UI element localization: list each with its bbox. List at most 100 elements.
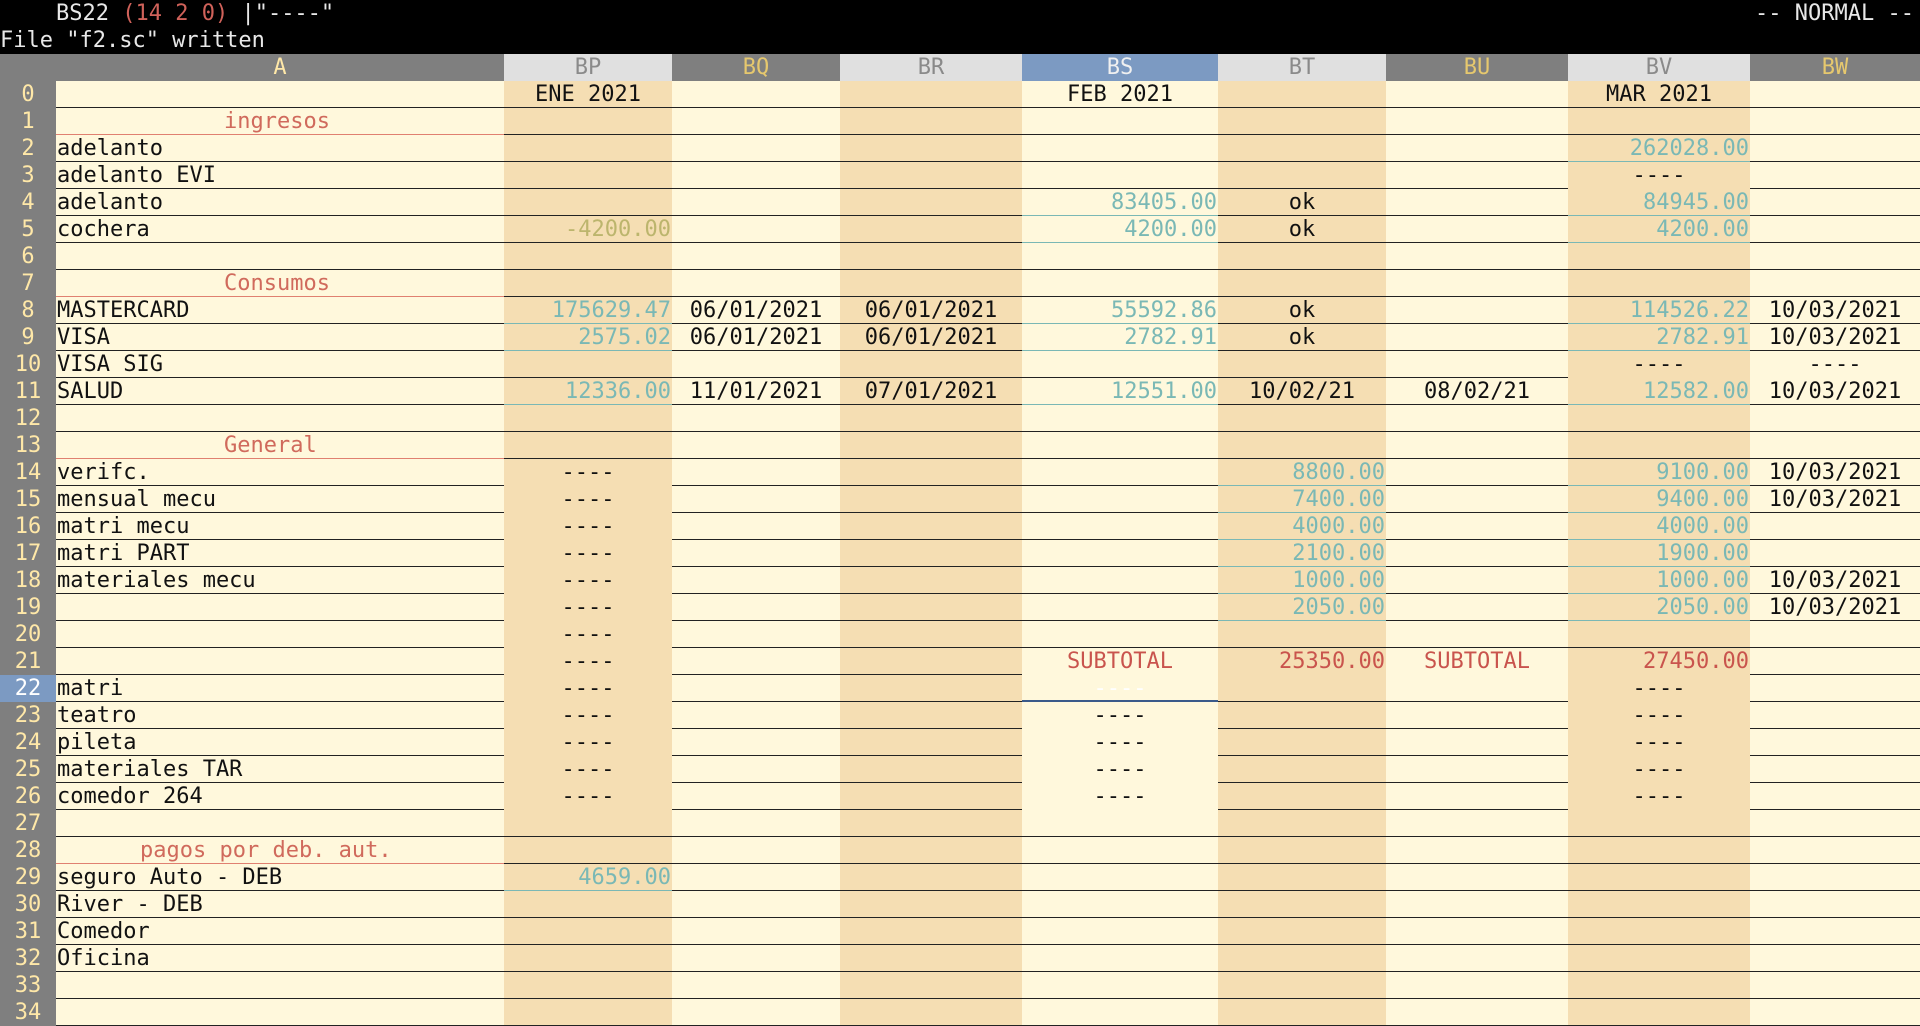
cell-br33[interactable] [840, 972, 1022, 999]
cell-bs16[interactable] [1022, 513, 1218, 540]
cell-bw20[interactable] [1750, 621, 1920, 648]
cell-bp21[interactable]: ---- [504, 648, 672, 675]
cell-bp9[interactable]: 2575.02 [504, 324, 672, 351]
cell-bu0[interactable] [1386, 81, 1568, 108]
cell-br27[interactable] [840, 810, 1022, 837]
cell-bq26[interactable] [672, 783, 840, 810]
cell-bp7[interactable] [504, 270, 672, 297]
column-header-bs[interactable]: BS [1022, 54, 1218, 81]
cell-a8[interactable]: MASTERCARD [56, 297, 504, 324]
cell-br23[interactable] [840, 702, 1022, 729]
cell-bt30[interactable] [1218, 891, 1386, 918]
cell-bs22[interactable]: ---- [1022, 675, 1218, 702]
cell-br7[interactable] [840, 270, 1022, 297]
cell-bs9[interactable]: 2782.91 [1022, 324, 1218, 351]
row-number[interactable]: 33 [0, 972, 56, 999]
cell-br11[interactable]: 07/01/2021 [840, 378, 1022, 405]
cell-bw4[interactable] [1750, 189, 1920, 216]
cell-bt7[interactable] [1218, 270, 1386, 297]
row-number[interactable]: 1 [0, 108, 56, 135]
cell-bv12[interactable] [1568, 405, 1750, 432]
cell-bv21[interactable]: 27450.00 [1568, 648, 1750, 675]
cell-br31[interactable] [840, 918, 1022, 945]
cell-bu6[interactable] [1386, 243, 1568, 270]
cell-bu25[interactable] [1386, 756, 1568, 783]
cell-bs23[interactable]: ---- [1022, 702, 1218, 729]
cell-bq9[interactable]: 06/01/2021 [672, 324, 840, 351]
cell-bw29[interactable] [1750, 864, 1920, 891]
cell-bp4[interactable] [504, 189, 672, 216]
row-number[interactable]: 29 [0, 864, 56, 891]
cell-bw9[interactable]: 10/03/2021 [1750, 324, 1920, 351]
cell-bu4[interactable] [1386, 189, 1568, 216]
cell-bw11[interactable]: 10/03/2021 [1750, 378, 1920, 405]
cell-bq27[interactable] [672, 810, 840, 837]
cell-bq7[interactable] [672, 270, 840, 297]
cell-bv26[interactable]: ---- [1568, 783, 1750, 810]
cell-br30[interactable] [840, 891, 1022, 918]
cell-bs15[interactable] [1022, 486, 1218, 513]
cell-bt6[interactable] [1218, 243, 1386, 270]
cell-bt33[interactable] [1218, 972, 1386, 999]
cell-bu33[interactable] [1386, 972, 1568, 999]
cell-a22[interactable]: matri [56, 675, 504, 702]
cell-a15[interactable]: mensual mecu [56, 486, 504, 513]
cell-bu32[interactable] [1386, 945, 1568, 972]
cell-a32[interactable]: Oficina [56, 945, 504, 972]
cell-bt19[interactable]: 2050.00 [1218, 594, 1386, 621]
cell-bt25[interactable] [1218, 756, 1386, 783]
cell-bu9[interactable] [1386, 324, 1568, 351]
cell-bs17[interactable] [1022, 540, 1218, 567]
cell-bs19[interactable] [1022, 594, 1218, 621]
cell-a0[interactable] [56, 81, 504, 108]
cell-bu19[interactable] [1386, 594, 1568, 621]
cell-a23[interactable]: teatro [56, 702, 504, 729]
cell-bp31[interactable] [504, 918, 672, 945]
cell-bq16[interactable] [672, 513, 840, 540]
cell-a13[interactable]: General [56, 432, 504, 459]
cell-a29[interactable]: seguro Auto - DEB [56, 864, 504, 891]
cell-bp2[interactable] [504, 135, 672, 162]
cell-bu16[interactable] [1386, 513, 1568, 540]
cell-bw22[interactable] [1750, 675, 1920, 702]
cell-bp13[interactable] [504, 432, 672, 459]
cell-bs32[interactable] [1022, 945, 1218, 972]
cell-bu22[interactable] [1386, 675, 1568, 702]
row-number[interactable]: 2 [0, 135, 56, 162]
cell-bw8[interactable]: 10/03/2021 [1750, 297, 1920, 324]
cell-bv22[interactable]: ---- [1568, 675, 1750, 702]
cell-br29[interactable] [840, 864, 1022, 891]
cell-bt20[interactable] [1218, 621, 1386, 648]
cell-bs13[interactable] [1022, 432, 1218, 459]
row-number[interactable]: 3 [0, 162, 56, 189]
cell-bu31[interactable] [1386, 918, 1568, 945]
cell-bs25[interactable]: ---- [1022, 756, 1218, 783]
row-number[interactable]: 32 [0, 945, 56, 972]
cell-a6[interactable] [56, 243, 504, 270]
cell-bv19[interactable]: 2050.00 [1568, 594, 1750, 621]
cell-bq33[interactable] [672, 972, 840, 999]
cell-br5[interactable] [840, 216, 1022, 243]
cell-bw32[interactable] [1750, 945, 1920, 972]
cell-bt24[interactable] [1218, 729, 1386, 756]
row-number[interactable]: 10 [0, 351, 56, 378]
cell-bp29[interactable]: 4659.00 [504, 864, 672, 891]
cell-bv33[interactable] [1568, 972, 1750, 999]
cell-a31[interactable]: Comedor [56, 918, 504, 945]
cell-bp30[interactable] [504, 891, 672, 918]
row-number[interactable]: 23 [0, 702, 56, 729]
cell-bu20[interactable] [1386, 621, 1568, 648]
cell-bw5[interactable] [1750, 216, 1920, 243]
row-number[interactable]: 5 [0, 216, 56, 243]
cell-bt0[interactable] [1218, 81, 1386, 108]
cell-bw13[interactable] [1750, 432, 1920, 459]
cell-bp22[interactable]: ---- [504, 675, 672, 702]
cell-bs12[interactable] [1022, 405, 1218, 432]
cell-bs3[interactable] [1022, 162, 1218, 189]
cell-bv29[interactable] [1568, 864, 1750, 891]
column-header-bw[interactable]: BW [1750, 54, 1920, 81]
row-number[interactable]: 17 [0, 540, 56, 567]
cell-bs8[interactable]: 55592.86 [1022, 297, 1218, 324]
cell-bt11[interactable]: 10/02/21 [1218, 378, 1386, 405]
cell-bu23[interactable] [1386, 702, 1568, 729]
